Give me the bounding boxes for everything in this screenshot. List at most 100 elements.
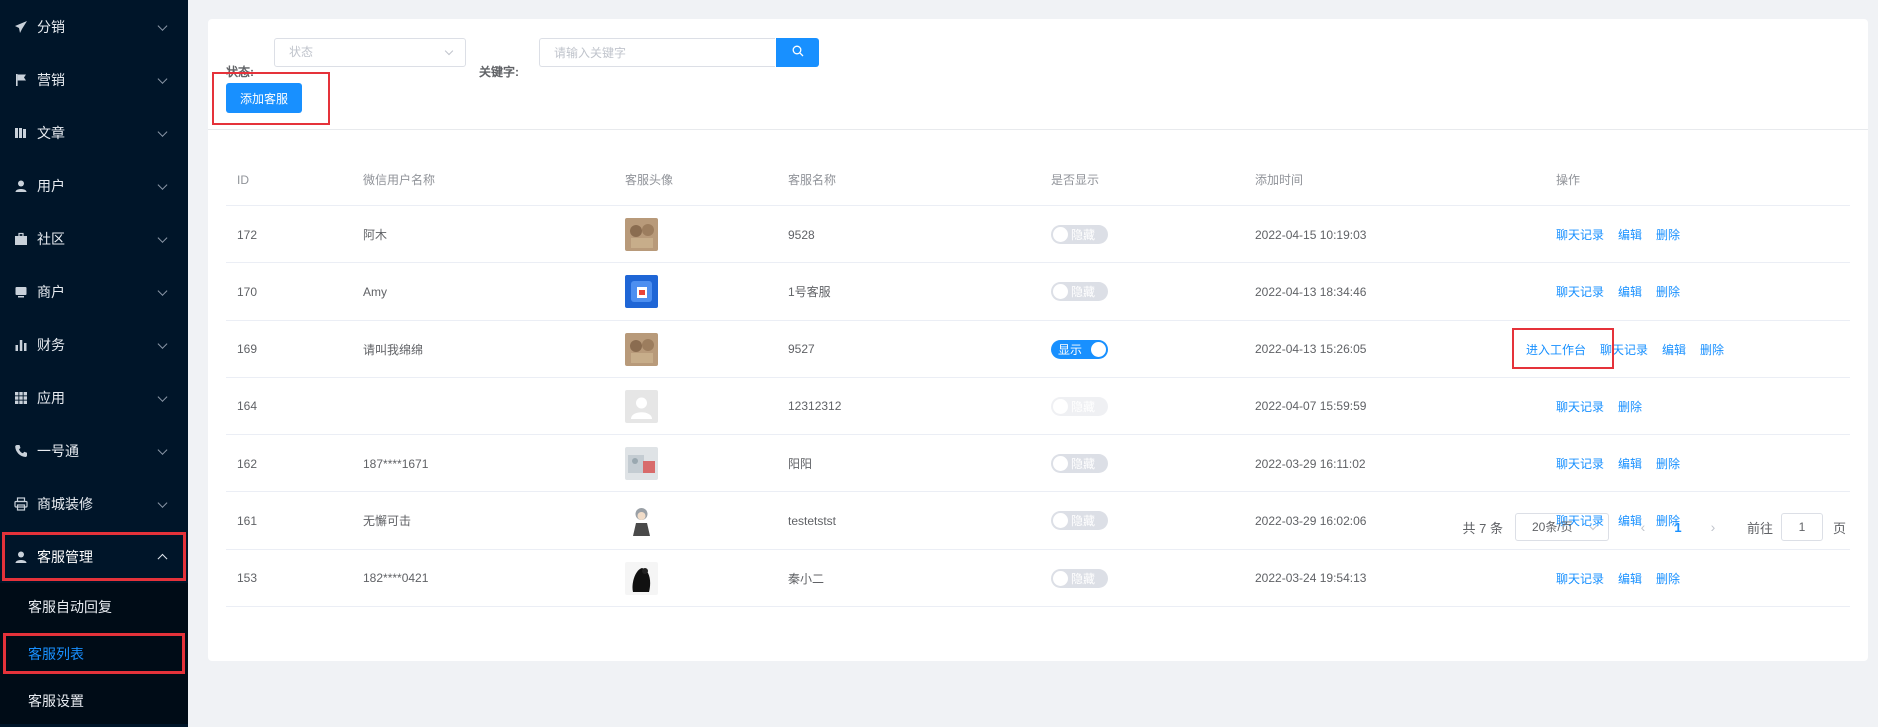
search-button[interactable] <box>776 38 819 67</box>
cell-time: 2022-03-24 19:54:13 <box>1255 571 1367 586</box>
cell-id: 153 <box>237 571 258 586</box>
table-header: ID 微信用户名称 客服头像 客服名称 是否显示 添加时间 操作 <box>226 155 1850 206</box>
chat-record-link[interactable]: 聊天记录 <box>1556 570 1604 587</box>
delete-link[interactable]: 删除 <box>1656 570 1680 587</box>
edit-link[interactable]: 编辑 <box>1618 455 1642 472</box>
header-name: 客服名称 <box>788 173 837 187</box>
page-label: 页 <box>1832 520 1846 536</box>
chat-record-link[interactable]: 聊天记录 <box>1556 226 1604 243</box>
table-row: 153 182****0421 秦小二 隐藏 2022-03-24 19:54:… <box>226 550 1850 608</box>
submenu-item-service-settings[interactable]: 客服设置 <box>0 677 188 724</box>
prev-page-button[interactable]: ‹ <box>1631 513 1655 541</box>
submenu-item-auto-reply[interactable]: 客服自动回复 <box>0 583 188 630</box>
avatar <box>625 389 658 423</box>
menu-item-distribution[interactable]: 分销 <box>0 0 188 53</box>
main-card: 状态: 状态 关键字: 添加客服 ID 微信用户名称 客服头像 客服名称 是否显… <box>208 19 1868 661</box>
chat-record-link[interactable]: 聊天记录 <box>1556 455 1604 472</box>
show-toggle[interactable]: 隐藏 <box>1051 511 1108 531</box>
menu-item-onepass[interactable]: 一号通 <box>0 424 188 477</box>
cell-name: 9527 <box>788 342 815 357</box>
show-toggle[interactable]: 隐藏 <box>1051 396 1108 416</box>
user-icon <box>13 178 28 193</box>
edit-link[interactable]: 编辑 <box>1618 283 1642 300</box>
show-toggle[interactable]: 隐藏 <box>1051 282 1108 302</box>
avatar <box>625 561 658 595</box>
show-toggle[interactable]: 显示 <box>1051 339 1108 359</box>
show-toggle[interactable]: 隐藏 <box>1051 454 1108 474</box>
toggle-knob <box>1053 513 1068 529</box>
workbench-highlight <box>1512 327 1614 369</box>
keyword-input[interactable] <box>539 38 775 67</box>
cell-wx-name: 请叫我绵绵 <box>363 342 424 357</box>
delete-link[interactable]: 删除 <box>1656 455 1680 472</box>
delete-link[interactable]: 删除 <box>1618 398 1642 415</box>
toggle-text: 隐藏 <box>1071 285 1096 300</box>
show-toggle[interactable]: 隐藏 <box>1051 225 1108 244</box>
briefcase-icon <box>13 231 28 246</box>
cell-id: 170 <box>237 284 258 299</box>
page-number-current[interactable]: 1 <box>1665 513 1691 541</box>
header-id: ID <box>237 173 249 187</box>
menu-item-finance[interactable]: 财务 <box>0 318 188 371</box>
cell-name: 9528 <box>788 227 815 242</box>
cell-name: 12312312 <box>788 399 842 414</box>
delete-link[interactable]: 删除 <box>1656 226 1680 243</box>
bar-chart-icon <box>13 337 28 352</box>
toggle-knob <box>1053 570 1068 586</box>
next-page-button[interactable]: › <box>1701 513 1725 541</box>
goto-page-input[interactable] <box>1780 513 1823 541</box>
chevron-down-icon <box>1588 521 1598 531</box>
cell-time: 2022-03-29 16:11:02 <box>1255 456 1366 471</box>
divider <box>208 129 1868 130</box>
edit-link[interactable]: 编辑 <box>1662 341 1686 358</box>
chat-record-link[interactable]: 聊天记录 <box>1556 398 1604 415</box>
menu-item-community[interactable]: 社区 <box>0 212 188 265</box>
show-toggle[interactable]: 隐藏 <box>1051 568 1108 588</box>
table-row: 170 Amy 1号客服 隐藏 2022-04-13 18:34:46 聊天记录… <box>226 263 1850 321</box>
avatar <box>625 275 658 309</box>
cell-name: 阳阳 <box>788 457 813 472</box>
table-row: 164 12312312 隐藏 2022-04-07 15:59:59 聊天记录… <box>226 378 1850 436</box>
table-row: 162 187****1671 阳阳 隐藏 2022-03-29 16:11:0… <box>226 435 1850 493</box>
chat-record-link[interactable]: 聊天记录 <box>1556 283 1604 300</box>
menu-item-article[interactable]: 文章 <box>0 106 188 159</box>
toggle-knob <box>1053 284 1068 300</box>
avatar <box>625 447 658 481</box>
cell-name: 秦小二 <box>788 571 825 586</box>
goto-label: 前往 <box>1746 520 1773 536</box>
toggle-knob <box>1053 227 1068 242</box>
toggle-knob <box>1091 341 1106 357</box>
cell-id: 161 <box>237 513 258 528</box>
cell-id: 172 <box>237 227 258 242</box>
menu-item-user[interactable]: 用户 <box>0 159 188 212</box>
header-avatar: 客服头像 <box>625 173 674 187</box>
pagination: 共 7 条 20条/页 ‹ 1 › 前往 页 <box>1463 511 1846 543</box>
page-size-select[interactable]: 20条/页 <box>1514 513 1609 541</box>
toggle-knob <box>1053 456 1068 472</box>
delete-link[interactable]: 删除 <box>1656 283 1680 300</box>
cell-time: 2022-04-13 15:26:05 <box>1255 342 1367 357</box>
cell-name: 1号客服 <box>788 285 831 300</box>
delete-link[interactable]: 删除 <box>1700 341 1724 358</box>
add-service-button[interactable]: 添加客服 <box>226 83 302 113</box>
search-icon <box>792 45 804 60</box>
avatar <box>625 218 658 251</box>
printer-icon <box>13 496 28 511</box>
book-icon <box>13 125 28 140</box>
cell-time: 2022-04-07 15:59:59 <box>1255 399 1367 414</box>
status-select[interactable]: 状态 <box>274 38 466 67</box>
edit-link[interactable]: 编辑 <box>1618 570 1642 587</box>
cell-wx-name: Amy <box>363 284 387 299</box>
submenu-item-service-list[interactable]: 客服列表 <box>0 630 188 677</box>
menu-item-marketing[interactable]: 营销 <box>0 53 188 106</box>
edit-link[interactable]: 编辑 <box>1618 226 1642 243</box>
avatar <box>625 504 658 538</box>
menu-item-merchant[interactable]: 商户 <box>0 265 188 318</box>
avatar <box>625 332 658 366</box>
header-time: 添加时间 <box>1255 173 1304 187</box>
menu-item-apps[interactable]: 应用 <box>0 371 188 424</box>
menu-item-decoration[interactable]: 商城装修 <box>0 477 188 530</box>
status-select-placeholder: 状态 <box>289 45 314 59</box>
toggle-text: 显示 <box>1058 342 1083 357</box>
menu-item-customer-service[interactable]: 客服管理 <box>0 530 188 583</box>
